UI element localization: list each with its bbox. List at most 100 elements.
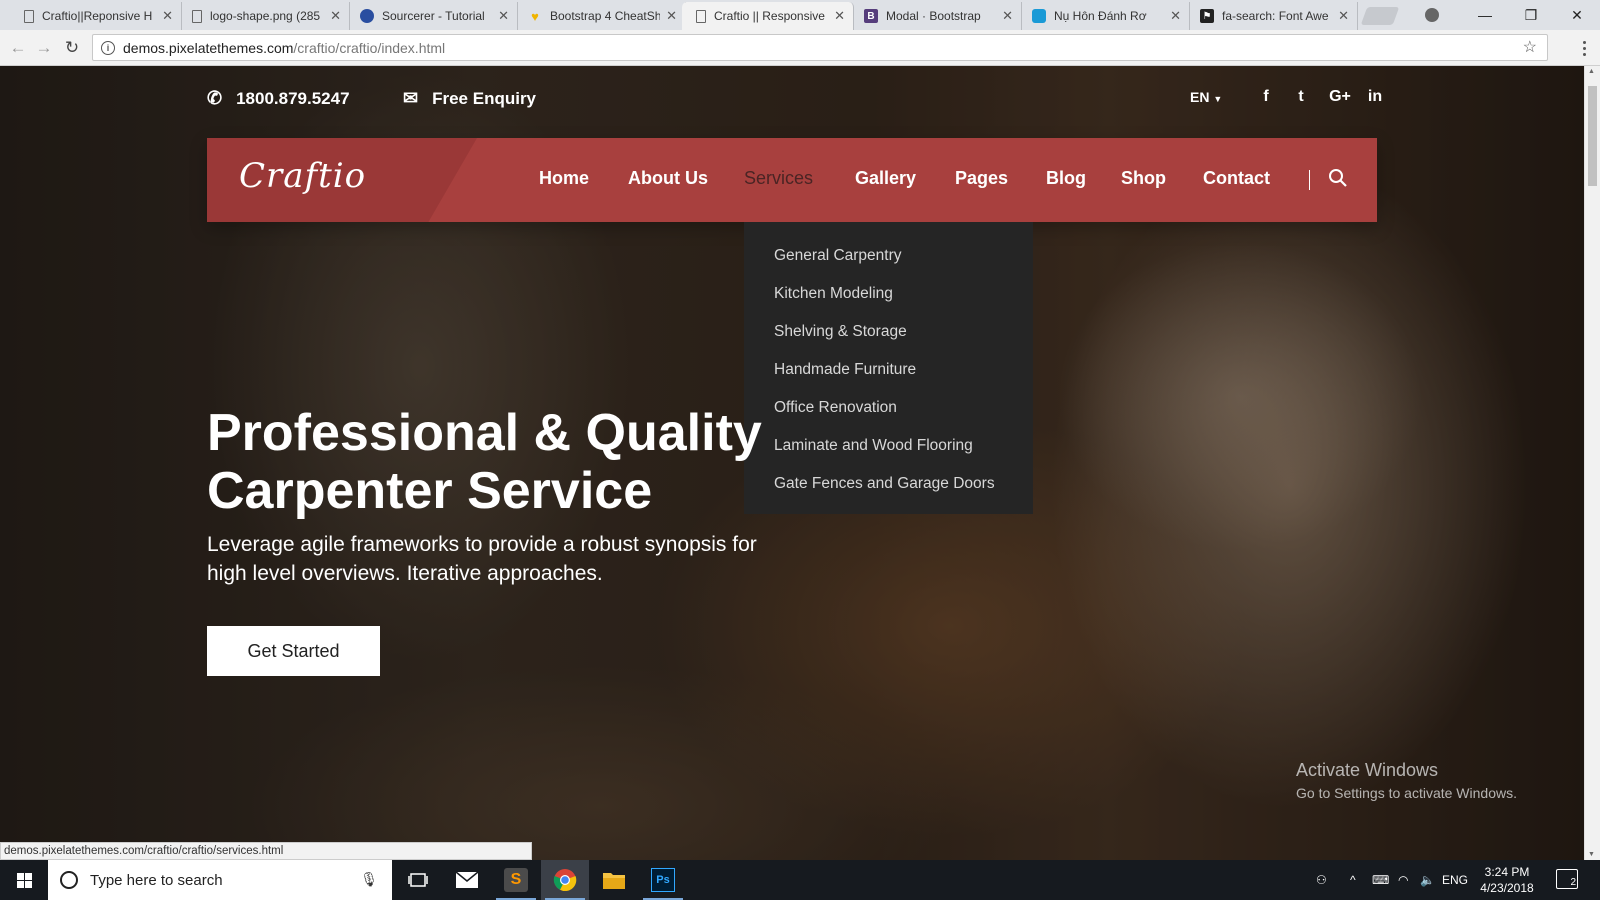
clock-date: 4/23/2018 bbox=[1480, 881, 1534, 895]
browser-tab-active[interactable]: Craftio || Responsive ✕ bbox=[682, 2, 854, 30]
tab-title: fa-search: Font Awe bbox=[1222, 9, 1329, 23]
nav-services[interactable]: Services bbox=[744, 168, 813, 189]
tab-title: Craftio||Reponsive H bbox=[42, 9, 153, 23]
close-tab-icon[interactable]: ✕ bbox=[834, 8, 845, 24]
google-plus-icon[interactable]: G+ bbox=[1323, 88, 1357, 106]
profile-icon[interactable] bbox=[1422, 5, 1442, 25]
browser-tab[interactable]: Sourcerer - Tutorial ✕ bbox=[346, 2, 518, 30]
nav-gallery[interactable]: Gallery bbox=[855, 168, 916, 189]
nav-shop[interactable]: Shop bbox=[1121, 168, 1166, 189]
site-logo[interactable]: Craftio bbox=[239, 156, 366, 196]
start-button[interactable] bbox=[0, 860, 48, 900]
site-info-icon[interactable]: i bbox=[101, 40, 115, 55]
close-tab-icon[interactable]: ✕ bbox=[666, 8, 677, 24]
windows-taskbar: Type here to search 🎙 S Ps ⚇ ^ ⌨ ◠ 🔈 ENG… bbox=[0, 860, 1600, 900]
browser-tab[interactable]: ♥ Bootstrap 4 CheatSh ✕ bbox=[514, 2, 686, 30]
close-tab-icon[interactable]: ✕ bbox=[162, 8, 173, 24]
envelope-icon: ✉ bbox=[403, 88, 419, 108]
linkedin-icon[interactable]: in bbox=[1363, 88, 1387, 106]
browser-tab-strip: Craftio||Reponsive H ✕ logo-shape.png (2… bbox=[0, 0, 1600, 30]
scroll-down-icon[interactable]: ▼ bbox=[1588, 851, 1595, 858]
language-label: EN bbox=[1190, 89, 1210, 105]
tab-title: Modal · Bootstrap bbox=[886, 9, 981, 23]
input-language[interactable]: ENG bbox=[1442, 860, 1468, 900]
bookmark-star-icon[interactable]: ☆ bbox=[1523, 37, 1537, 57]
nav-pages[interactable]: Pages bbox=[955, 168, 1008, 189]
close-tab-icon[interactable]: ✕ bbox=[1002, 8, 1013, 24]
nav-contact[interactable]: Contact bbox=[1203, 168, 1270, 189]
reload-icon[interactable]: ↻ bbox=[60, 36, 84, 60]
twitter-icon[interactable]: t bbox=[1289, 88, 1313, 106]
tab-title: Nụ Hôn Đánh Rơ bbox=[1054, 9, 1147, 23]
wifi-icon[interactable]: ◠ bbox=[1398, 860, 1408, 900]
browser-tab[interactable]: B Modal · Bootstrap ✕ bbox=[850, 2, 1022, 30]
browser-toolbar: ← → ↻ i demos.pixelatethemes.com/craftio… bbox=[0, 30, 1600, 66]
hero-title: Professional & Quality Carpenter Service bbox=[207, 404, 767, 520]
forward-icon[interactable]: → bbox=[32, 36, 56, 60]
facebook-icon[interactable]: f bbox=[1254, 88, 1278, 106]
restore-icon[interactable]: ❐ bbox=[1508, 0, 1554, 30]
dropdown-item[interactable]: General Carpentry bbox=[744, 242, 1033, 280]
photoshop-icon[interactable]: Ps bbox=[639, 860, 687, 900]
keyboard-icon[interactable]: ⌨ bbox=[1372, 860, 1389, 900]
cortana-icon bbox=[60, 871, 78, 889]
caret-down-icon: ▼ bbox=[1213, 94, 1223, 104]
close-tab-icon[interactable]: ✕ bbox=[330, 8, 341, 24]
clock-time: 3:24 PM bbox=[1484, 865, 1530, 879]
dropdown-item[interactable]: Office Renovation bbox=[744, 394, 1033, 432]
scrollbar-thumb[interactable] bbox=[1588, 86, 1597, 186]
mail-icon[interactable] bbox=[443, 860, 491, 900]
nav-blog[interactable]: Blog bbox=[1046, 168, 1086, 189]
close-tab-icon[interactable]: ✕ bbox=[1338, 8, 1349, 24]
sublime-text-icon[interactable]: S bbox=[492, 860, 540, 900]
nav-home[interactable]: Home bbox=[539, 168, 589, 189]
taskbar-search-box[interactable]: Type here to search 🎙 bbox=[48, 860, 392, 900]
get-started-button[interactable]: Get Started bbox=[207, 626, 380, 676]
nav-about-us[interactable]: About Us bbox=[628, 168, 708, 189]
tab-title: Sourcerer - Tutorial bbox=[382, 9, 485, 23]
scroll-up-icon[interactable]: ▲ bbox=[1588, 68, 1595, 75]
close-window-icon[interactable]: ✕ bbox=[1554, 0, 1600, 30]
tab-title: logo-shape.png (285 bbox=[210, 9, 321, 23]
phone-contact[interactable]: ✆ 1800.879.5247 bbox=[207, 88, 350, 109]
chrome-icon[interactable] bbox=[541, 860, 589, 900]
dropdown-item[interactable]: Kitchen Modeling bbox=[744, 280, 1033, 318]
free-enquiry-link[interactable]: ✉ Free Enquiry bbox=[403, 88, 536, 109]
language-selector[interactable]: EN ▼ bbox=[1190, 89, 1222, 105]
dropdown-item[interactable]: Gate Fences and Garage Doors bbox=[744, 470, 1033, 508]
hero-title-line: Carpenter Service bbox=[207, 462, 653, 520]
dropdown-item[interactable]: Laminate and Wood Flooring bbox=[744, 432, 1033, 470]
back-icon[interactable]: ← bbox=[6, 36, 30, 60]
file-explorer-icon[interactable] bbox=[590, 860, 638, 900]
url-host: demos.pixelatethemes.com bbox=[123, 39, 294, 56]
browser-menu-icon[interactable] bbox=[1574, 38, 1594, 58]
dropdown-item[interactable]: Handmade Furniture bbox=[744, 356, 1033, 394]
hero-background-image: ✆ 1800.879.5247 ✉ Free Enquiry EN ▼ f t … bbox=[0, 66, 1584, 860]
show-hidden-icons-icon[interactable]: ^ bbox=[1350, 860, 1356, 900]
browser-tab[interactable]: ⚑ fa-search: Font Awe ✕ bbox=[1186, 2, 1358, 30]
people-icon[interactable]: ⚇ bbox=[1316, 860, 1327, 900]
address-bar[interactable]: i demos.pixelatethemes.com/craftio/craft… bbox=[92, 34, 1548, 61]
flag-icon: ⚑ bbox=[1200, 9, 1214, 23]
browser-tab[interactable]: logo-shape.png (285 ✕ bbox=[178, 2, 350, 30]
volume-icon[interactable]: 🔈 bbox=[1420, 860, 1435, 900]
browser-tab[interactable]: Craftio||Reponsive H ✕ bbox=[10, 2, 182, 30]
page-scrollbar[interactable]: ▲ ▼ bbox=[1584, 66, 1600, 860]
dropdown-item[interactable]: Shelving & Storage bbox=[744, 318, 1033, 356]
taskbar-clock[interactable]: 3:24 PM 4/23/2018 bbox=[1470, 864, 1544, 896]
new-tab-button[interactable] bbox=[1360, 7, 1400, 25]
microphone-icon[interactable]: 🎙 bbox=[360, 871, 378, 888]
services-dropdown-menu: General Carpentry Kitchen Modeling Shelv… bbox=[744, 222, 1033, 514]
minimize-icon[interactable]: — bbox=[1462, 0, 1508, 30]
zing-icon bbox=[1032, 9, 1046, 23]
browser-tab[interactable]: Nụ Hôn Đánh Rơ ✕ bbox=[1018, 2, 1190, 30]
action-center-icon[interactable]: 2 bbox=[1556, 869, 1578, 889]
bootstrap-icon: B bbox=[864, 9, 878, 23]
close-tab-icon[interactable]: ✕ bbox=[1170, 8, 1181, 24]
watermark-title: Activate Windows bbox=[1296, 760, 1439, 780]
search-icon[interactable] bbox=[1327, 167, 1349, 189]
shield-icon bbox=[360, 9, 374, 23]
url-path: /craftio/craftio/index.html bbox=[293, 39, 446, 56]
task-view-icon[interactable] bbox=[394, 860, 442, 900]
close-tab-icon[interactable]: ✕ bbox=[498, 8, 509, 24]
